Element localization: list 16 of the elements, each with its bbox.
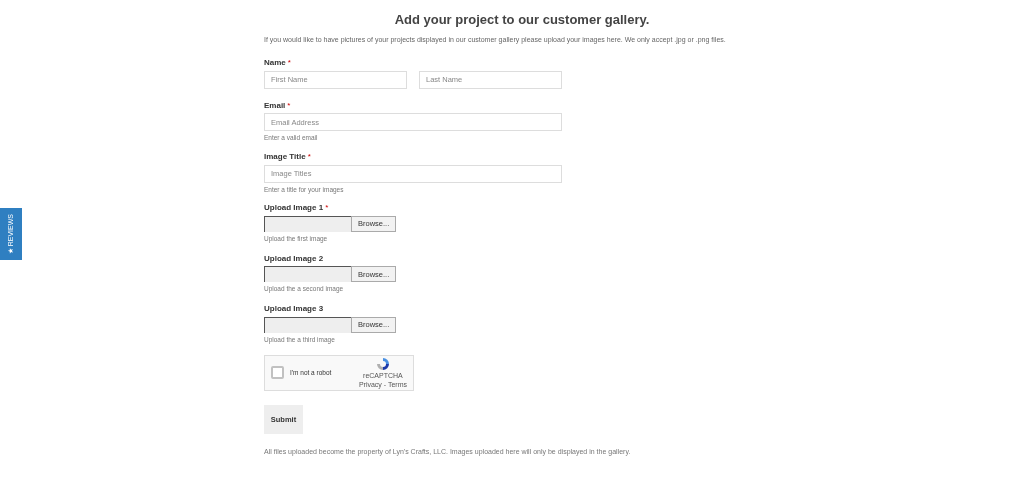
recaptcha-logo-icon <box>374 356 391 373</box>
field-label: Image Title <box>264 151 306 162</box>
required-mark: * <box>287 100 291 111</box>
file-path-field[interactable] <box>264 266 351 283</box>
field-label: Upload Image 3 <box>264 304 324 314</box>
field-label: Upload Image 2 <box>264 253 324 264</box>
required-mark: * <box>325 203 329 213</box>
required-mark: * <box>287 58 291 68</box>
file-path-field[interactable] <box>264 316 351 333</box>
field-label: Email <box>264 100 286 111</box>
captcha-checkbox[interactable] <box>271 366 284 380</box>
field-label: Name <box>264 58 286 68</box>
field-label: Upload Image 1 <box>264 203 324 213</box>
page-title: Add your project to our customer gallery. <box>393 12 651 28</box>
file-path-field[interactable] <box>264 215 351 232</box>
required-mark: * <box>307 151 311 162</box>
